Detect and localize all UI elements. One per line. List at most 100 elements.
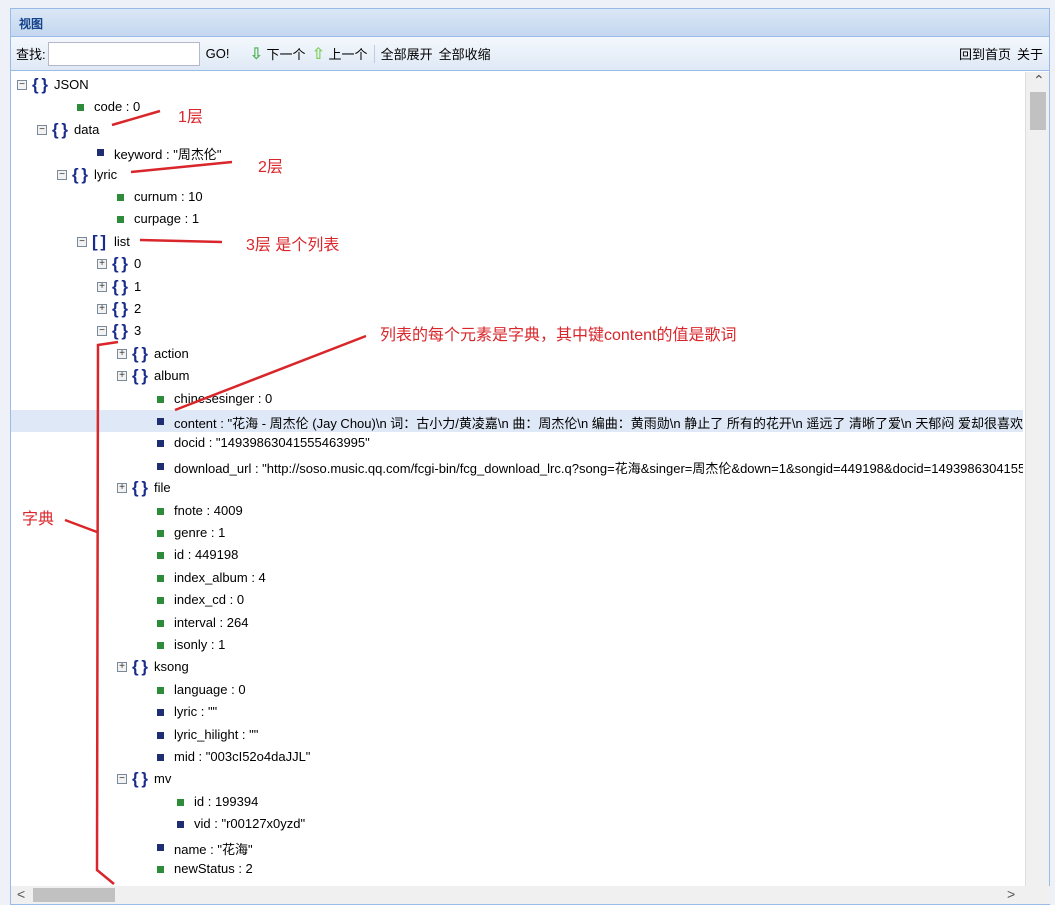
tree-node[interactable]: genre : 1 (11, 522, 1023, 544)
node-label: mv (154, 771, 172, 787)
string-value-icon (157, 709, 164, 717)
collapse-all-button[interactable]: 全部收缩 (439, 44, 491, 63)
number-value-icon (157, 686, 164, 694)
tree-node[interactable]: docid : "14939863041555463995" (11, 432, 1023, 454)
node-label: index_cd : 0 (174, 592, 245, 608)
home-button[interactable]: 回到首页 (959, 44, 1011, 63)
expand-toggle-icon[interactable]: + (117, 483, 127, 494)
tree-node[interactable]: interval : 264 (11, 612, 1023, 634)
tree-node[interactable]: name : "花海" (11, 836, 1023, 858)
node-label: name : "花海" (174, 841, 253, 857)
tree-node[interactable]: + { } 0 (11, 253, 1023, 275)
collapse-toggle-icon[interactable]: − (117, 774, 127, 785)
object-icon: { } (112, 299, 128, 318)
object-icon: { } (52, 119, 68, 139)
collapse-toggle-icon[interactable]: − (57, 169, 67, 180)
tree-node[interactable]: content : "花海 - 周杰伦 (Jay Chou)\n 词：古小力/黄… (11, 410, 1023, 432)
tree-node[interactable]: −[ ] list (11, 231, 1023, 253)
number-value-icon (157, 395, 164, 403)
tree-node[interactable]: vid : "r00127x0yzd" (11, 813, 1023, 835)
expand-toggle-icon[interactable]: + (117, 662, 127, 673)
annotation-level1: 1层 (178, 109, 203, 126)
node-label: keyword : "周杰伦" (114, 147, 222, 163)
expand-toggle-icon[interactable]: + (97, 281, 107, 292)
expand-toggle-icon[interactable]: + (117, 348, 127, 359)
search-input[interactable] (47, 41, 200, 66)
horizontal-scroll-thumb[interactable] (33, 888, 115, 902)
object-icon: { } (132, 769, 148, 789)
tree-node[interactable]: chinesesinger : 0 (11, 388, 1023, 410)
node-label: genre : 1 (174, 525, 226, 540)
node-label: album (154, 368, 190, 384)
arrow-up-icon: ⇧ (311, 45, 325, 63)
node-label: docid : "14939863041555463995" (174, 435, 370, 451)
node-label: 1 (134, 278, 142, 294)
string-value-icon (157, 843, 164, 851)
tree-node[interactable]: −{ } JSON (11, 74, 1023, 96)
vertical-scrollbar[interactable]: ⌃ (1025, 72, 1049, 888)
tree-node[interactable]: keyword : "周杰伦" (11, 141, 1023, 163)
tree-node[interactable]: + { } 2 (11, 298, 1023, 320)
tree-node[interactable]: + { } 1 (11, 276, 1023, 298)
collapse-toggle-icon[interactable]: − (17, 80, 27, 90)
tree-node[interactable]: newStatus : 2 (11, 858, 1023, 880)
json-tree: −{ } JSON code : 0−{ } data keyword : "周杰伦" −… (11, 72, 1023, 888)
tree-node[interactable]: lyric : "" (11, 701, 1023, 723)
tree-node[interactable]: curnum : 10 (11, 186, 1023, 208)
collapse-toggle-icon[interactable]: − (97, 326, 107, 337)
number-value-icon (77, 104, 84, 112)
number-value-icon (157, 530, 164, 537)
tree-node[interactable]: + { } ksong (11, 656, 1023, 678)
vertical-scroll-thumb[interactable] (1030, 92, 1046, 130)
collapse-toggle-icon[interactable]: − (77, 236, 87, 247)
tree-node[interactable]: id : 199394 (11, 791, 1023, 813)
tree-node[interactable]: download_url : "http://soso.music.qq.com… (11, 455, 1023, 477)
tree-node[interactable]: isonly : 1 (11, 634, 1023, 656)
node-label: interval : 264 (174, 614, 249, 630)
scroll-up-icon[interactable]: ⌃ (1033, 72, 1045, 89)
string-value-icon (97, 149, 104, 157)
next-label: 下一个 (266, 46, 306, 62)
number-value-icon (117, 216, 124, 224)
string-value-icon (157, 418, 164, 425)
horizontal-scrollbar[interactable]: < > (11, 886, 1051, 904)
tree-node[interactable]: code : 0 (11, 96, 1023, 118)
node-label: mid : "003cI52o4daJJL" (174, 749, 311, 764)
expand-toggle-icon[interactable]: + (117, 371, 127, 382)
tree-node[interactable]: language : 0 (11, 679, 1023, 701)
number-value-icon (157, 507, 164, 515)
next-button[interactable]: ⇩ 下一个 (249, 44, 305, 64)
tree-node[interactable]: lyric_hilight : "" (11, 724, 1023, 746)
tree-node[interactable]: −{ } lyric (11, 164, 1023, 186)
annotation-list-note: 列表的每个元素是字典，其中键content的值是歌词 (380, 327, 737, 344)
go-button[interactable]: GO! (206, 46, 230, 61)
tree-node[interactable]: + { } action (11, 343, 1023, 365)
tree-node[interactable]: mid : "003cI52o4daJJL" (11, 746, 1023, 768)
number-value-icon (157, 642, 164, 649)
tree-node[interactable]: + { } file (11, 477, 1023, 499)
tree-node[interactable]: index_album : 4 (11, 567, 1023, 589)
object-icon: { } (132, 366, 148, 386)
expand-toggle-icon[interactable]: + (97, 304, 107, 314)
tree-node[interactable]: −{ } data (11, 119, 1023, 141)
scroll-right-icon[interactable]: > (1007, 886, 1015, 902)
scroll-left-icon[interactable]: < (17, 886, 25, 902)
tree-node[interactable]: id : 449198 (11, 544, 1023, 566)
node-label: vid : "r00127x0yzd" (194, 816, 306, 832)
tree-node[interactable]: index_cd : 0 (11, 589, 1023, 611)
toolbar-divider (373, 44, 375, 63)
string-value-icon (157, 754, 164, 761)
collapse-toggle-icon[interactable]: − (37, 124, 47, 135)
expand-all-button[interactable]: 全部展开 (381, 44, 433, 63)
node-label: download_url : "http://soso.music.qq.com… (174, 460, 1023, 476)
tree-node[interactable]: curpage : 1 (11, 208, 1023, 230)
tree-node[interactable]: fnote : 4009 (11, 500, 1023, 522)
expand-toggle-icon[interactable]: + (97, 259, 107, 270)
annotation-dict: 字典 (22, 511, 55, 528)
tree-node[interactable]: + { } album (11, 365, 1023, 387)
tree-node[interactable]: −{ } mv (11, 768, 1023, 790)
object-icon: { } (132, 343, 148, 363)
string-value-icon (157, 440, 164, 448)
prev-button[interactable]: ⇧ 上一个 (312, 44, 368, 64)
about-button[interactable]: 关于 (1017, 44, 1043, 63)
